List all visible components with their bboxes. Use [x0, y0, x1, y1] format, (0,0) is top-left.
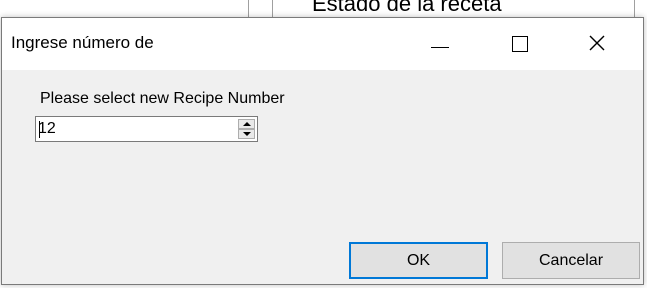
recipe-number-value[interactable]: 12 — [38, 119, 56, 139]
chevron-down-icon — [243, 132, 251, 136]
chevron-up-icon — [243, 122, 251, 126]
maximize-icon — [512, 36, 528, 52]
minimize-button[interactable] — [418, 18, 464, 70]
prompt-label: Please select new Recipe Number — [40, 90, 285, 107]
spinner-buttons — [238, 119, 255, 139]
maximize-button[interactable] — [498, 18, 544, 70]
recipe-number-spinner[interactable]: 12 — [35, 116, 258, 142]
cancel-button[interactable]: Cancelar — [502, 242, 640, 279]
close-icon — [589, 35, 605, 51]
dialog-title: Ingrese número de — [11, 33, 154, 52]
dialog-titlebar[interactable]: Ingrese número de — [2, 18, 643, 70]
spin-down-button[interactable] — [238, 129, 255, 139]
background-window-title: Estado de la receta — [312, 0, 502, 16]
screen: Estado de la receta Ingrese número de Pl… — [0, 0, 647, 288]
recipe-number-dialog: Ingrese número de Please select new Reci… — [1, 17, 644, 285]
ok-button[interactable]: OK — [349, 242, 488, 279]
minimize-icon — [431, 47, 449, 48]
spin-up-button[interactable] — [238, 119, 255, 129]
close-button[interactable] — [575, 18, 621, 70]
